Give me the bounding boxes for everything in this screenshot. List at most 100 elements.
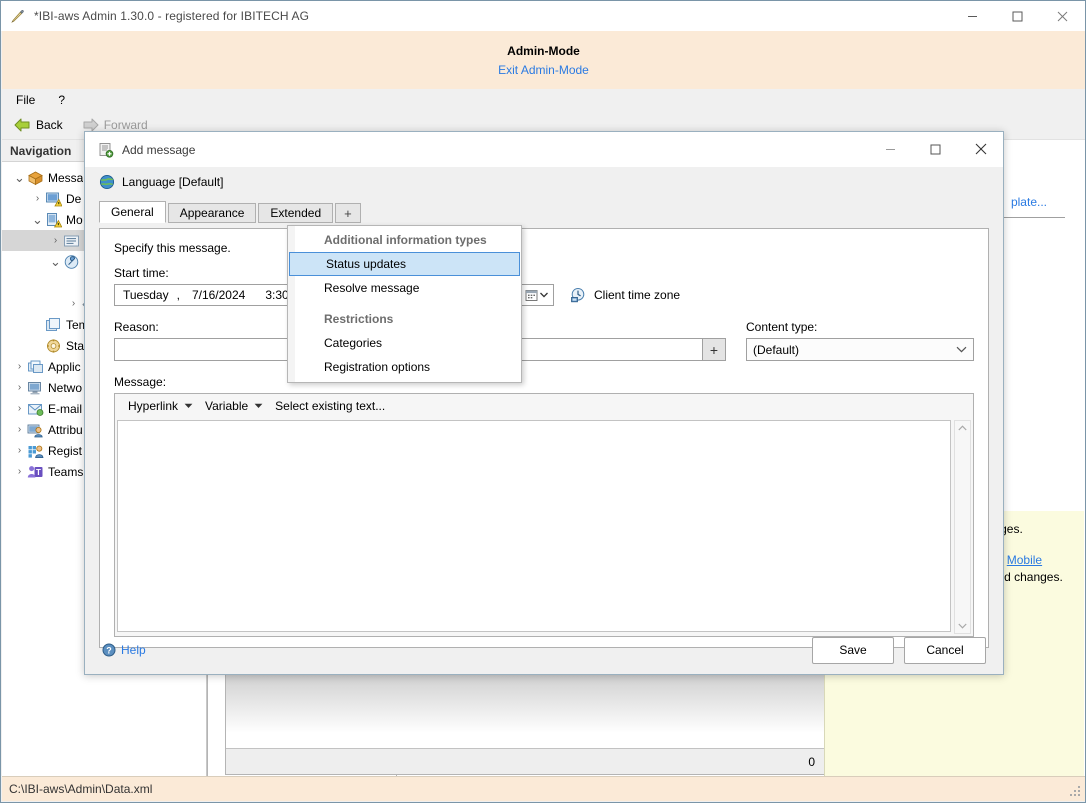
chevron-right-icon[interactable]: ›: [12, 382, 27, 393]
window-titlebar: *IBI-aws Admin 1.30.0 - registered for I…: [1, 1, 1085, 31]
message-editor: Hyperlink Variable Select existing text.…: [114, 393, 974, 637]
cancel-button[interactable]: Cancel: [904, 637, 986, 664]
menu-item-resolve-message[interactable]: Resolve message: [288, 276, 521, 300]
pencil-app-icon: [10, 8, 26, 24]
menu-bar: File ?: [2, 89, 1085, 111]
svg-text:?: ?: [106, 645, 112, 655]
help-link[interactable]: ? Help: [102, 643, 146, 657]
chevron-down-icon[interactable]: ⌄: [12, 174, 27, 182]
start-time-date[interactable]: 7/16/2024: [188, 288, 249, 302]
content-partial-link[interactable]: plate...: [1011, 195, 1047, 209]
resize-grip[interactable]: [1068, 784, 1082, 798]
chevron-right-icon[interactable]: ›: [12, 466, 27, 477]
forward-arrow-icon: [82, 118, 99, 132]
message-textarea[interactable]: [117, 420, 951, 632]
close-button[interactable]: [1040, 1, 1085, 31]
chevron-down-icon[interactable]: ⌄: [30, 216, 45, 224]
wrench-icon: [63, 254, 80, 270]
dialog-tabstrip: General Appearance Extended +: [99, 201, 1003, 223]
calendar-dropdown-button[interactable]: [518, 285, 553, 305]
chevron-right-icon[interactable]: ›: [30, 193, 45, 204]
select-existing-text-button[interactable]: Select existing text...: [269, 397, 391, 415]
maximize-button[interactable]: [995, 1, 1040, 31]
nav-tree-item-label: E-mail: [48, 402, 82, 416]
nav-tree-item-label: Netwo: [48, 381, 82, 395]
status-bar: C:\IBI-aws\Admin\Data.xml: [2, 776, 1085, 801]
content-type-value: (Default): [753, 343, 799, 357]
add-message-dialog: Add message Langu: [84, 131, 1004, 675]
menu-item-registration-options[interactable]: Registration options: [288, 355, 521, 379]
static-icon: [45, 338, 62, 354]
content-divider: [997, 217, 1065, 218]
chevron-right-icon[interactable]: ›: [12, 445, 27, 456]
nav-tree-item-label: Applic: [48, 360, 81, 374]
reason-content-row: Reason: + Content type: (Default): [114, 320, 974, 361]
dialog-titlebar: Add message: [85, 132, 1003, 167]
dialog-language-row: Language [Default]: [85, 167, 1003, 197]
client-time-zone-label: Client time zone: [594, 288, 680, 302]
dialog-minimize-button[interactable]: [868, 132, 913, 166]
dialog-hint: Specify this message.: [114, 241, 974, 255]
status-bar-path: C:\IBI-aws\Admin\Data.xml: [2, 782, 152, 796]
package-icon: [27, 170, 44, 186]
forward-label: Forward: [104, 118, 148, 132]
chevron-right-icon[interactable]: ›: [12, 361, 27, 372]
chevron-right-icon[interactable]: ›: [48, 235, 63, 246]
dialog-language-label: Language [Default]: [122, 175, 223, 189]
chevron-right-icon[interactable]: ›: [12, 403, 27, 414]
client-time-zone[interactable]: Client time zone: [570, 287, 680, 303]
scroll-up-icon[interactable]: [958, 423, 967, 433]
dialog-close-button[interactable]: [958, 132, 1003, 166]
chevron-down-icon[interactable]: ⌄: [48, 258, 63, 266]
nav-tree-item-label: Regist: [48, 444, 82, 458]
dialog-tab-panel: Specify this message. Start time: Tuesda…: [99, 228, 989, 648]
network-icon: [27, 380, 44, 396]
list-footer-row: 0: [226, 748, 824, 774]
tab-appearance[interactable]: Appearance: [168, 203, 257, 223]
menu-item-file[interactable]: File: [7, 90, 44, 110]
email-icon: [27, 401, 44, 417]
chevron-down-icon: [956, 344, 967, 356]
additional-types-dropdown-menu: Additional information types Status upda…: [287, 225, 522, 383]
window-title: *IBI-aws Admin 1.30.0 - registered for I…: [34, 9, 309, 23]
message-scrollbar[interactable]: [954, 420, 971, 634]
nav-tree-item-label: Teams: [48, 465, 83, 479]
chevron-right-icon[interactable]: ›: [66, 298, 81, 309]
menu-item-categories[interactable]: Categories: [288, 331, 521, 355]
content-type-select[interactable]: (Default): [746, 338, 974, 361]
variable-label: Variable: [205, 399, 248, 413]
help-label: Help: [121, 643, 146, 657]
exit-admin-mode-link[interactable]: Exit Admin-Mode: [498, 63, 589, 77]
chevron-right-icon[interactable]: ›: [12, 424, 27, 435]
tab-extended[interactable]: Extended: [258, 203, 333, 223]
back-button[interactable]: Back: [7, 116, 70, 134]
mobile-warning-icon: [45, 212, 62, 228]
content-type-label: Content type:: [746, 320, 974, 334]
tab-general[interactable]: General: [99, 201, 166, 223]
attributes-icon: [27, 422, 44, 438]
menu-item-help[interactable]: ?: [49, 90, 74, 110]
menu-group-header-additional: Additional information types: [288, 228, 521, 252]
nav-tree-item-label: Messa: [48, 171, 83, 185]
dialog-maximize-button[interactable]: [913, 132, 958, 166]
menu-item-status-updates[interactable]: Status updates: [289, 252, 520, 276]
start-time-weekday[interactable]: Tuesday: [115, 288, 173, 302]
back-arrow-icon: [14, 118, 31, 132]
add-reason-button[interactable]: +: [702, 338, 726, 361]
svg-text:T: T: [36, 468, 41, 477]
globe-icon: [99, 174, 115, 190]
minimize-button[interactable]: [950, 1, 995, 31]
list-count: 0: [808, 755, 815, 769]
tab-add-button[interactable]: +: [335, 203, 361, 223]
admin-mode-title: Admin-Mode: [507, 44, 580, 58]
application-window: *IBI-aws Admin 1.30.0 - registered for I…: [0, 0, 1086, 803]
help-icon: ?: [102, 643, 116, 657]
add-message-icon: [98, 142, 114, 158]
hyperlink-dropdown[interactable]: Hyperlink: [122, 397, 199, 415]
save-button[interactable]: Save: [812, 637, 894, 664]
variable-dropdown[interactable]: Variable: [199, 397, 269, 415]
teams-icon: T: [27, 464, 44, 480]
list-icon: [63, 233, 80, 249]
admin-mode-banner: Admin-Mode Exit Admin-Mode: [2, 31, 1085, 89]
dialog-title: Add message: [122, 143, 195, 157]
